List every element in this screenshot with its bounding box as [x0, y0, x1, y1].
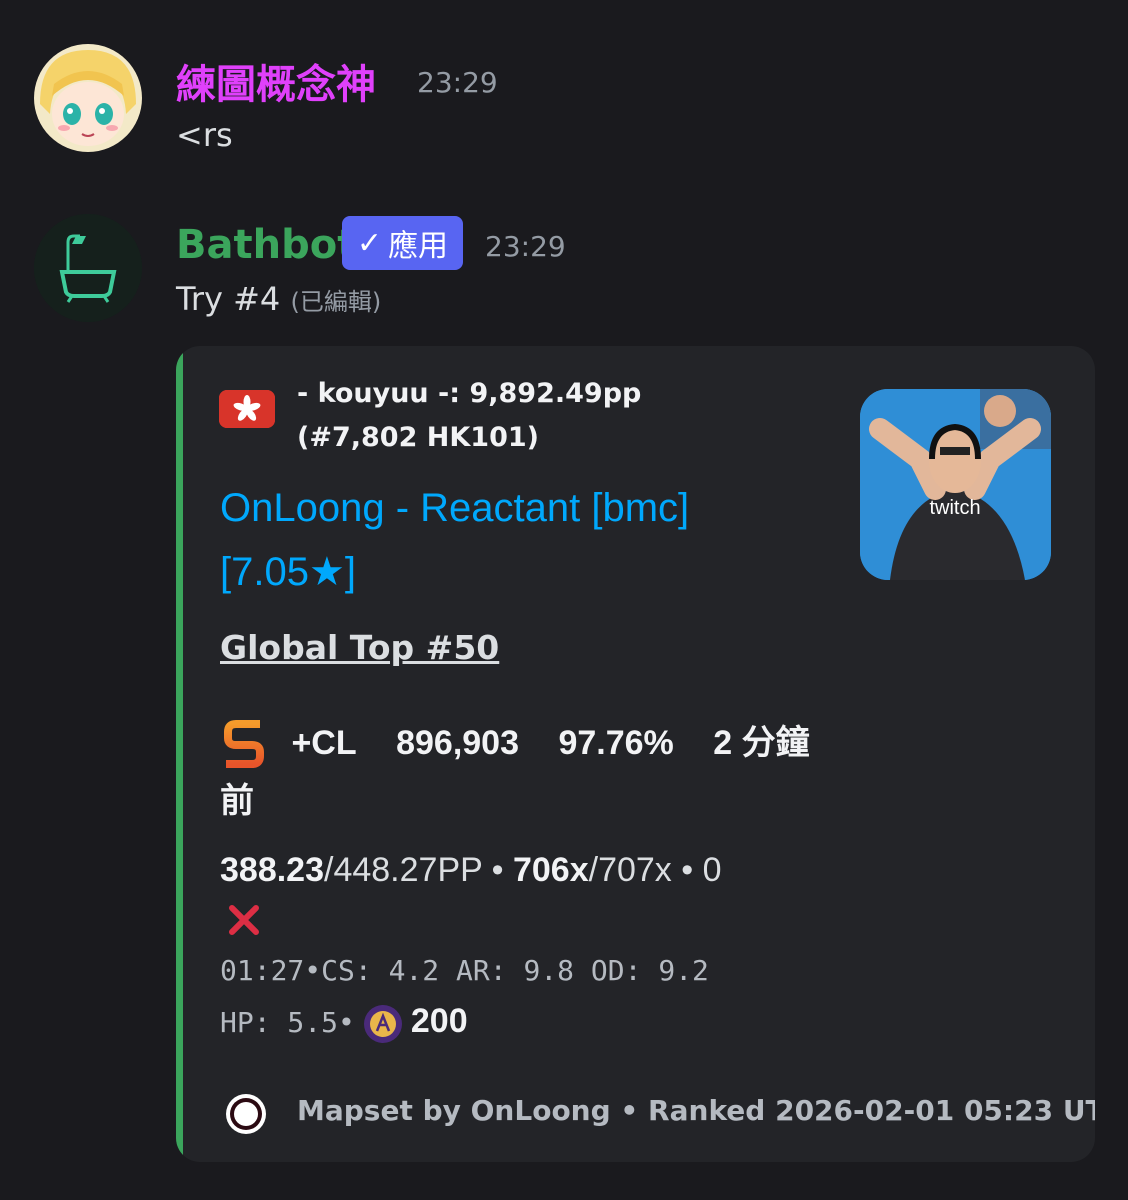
miss-count: • 0 [671, 851, 722, 889]
bathtub-icon [34, 214, 142, 322]
user-avatar[interactable] [34, 44, 142, 152]
beatmap-title-link[interactable]: OnLoong - Reactant [bmc] [7.05★] [220, 476, 780, 604]
pp-combo-line: 388.23/448.27PP • 706x/707x • 0 [220, 851, 722, 889]
embed-accent-bar [176, 346, 183, 1162]
map-cs: CS: 4.2 [321, 954, 440, 987]
bot-username[interactable]: Bathbot [176, 222, 356, 268]
timestamp: 23:29 [417, 66, 498, 99]
score-stats: +CL 896,903 97.76% 2 分鐘前 [220, 714, 820, 830]
timestamp: 23:29 [485, 230, 566, 263]
miss-x-icon [226, 902, 262, 938]
mods: +CL [291, 724, 357, 762]
max-pp: /448.27PP [324, 851, 483, 889]
svg-text:twitch: twitch [929, 497, 980, 519]
hk-flag-icon [219, 390, 275, 428]
player-thumbnail: twitch [860, 389, 1051, 580]
edited-label: (已編輯) [290, 288, 382, 316]
embed-footer: Mapset by OnLoong • Ranked 2026-02-01 05… [297, 1094, 1095, 1127]
bot-avatar[interactable] [34, 214, 142, 322]
message-content: Try #4 (已編輯) [176, 280, 381, 318]
max-combo: /707x [588, 851, 672, 889]
score: 896,903 [396, 724, 519, 762]
embed-author[interactable]: - kouyuu -: 9,892.49pp (#7,802 HK101) [297, 372, 747, 460]
osu-icon [224, 1092, 268, 1136]
map-ar: AR: 9.8 [456, 954, 575, 987]
bpm-value: 200 [410, 1002, 468, 1040]
map-hp: HP: 5.5 [220, 1006, 339, 1039]
global-top-rank[interactable]: Global Top #50 [220, 628, 499, 667]
bpm-token-icon [363, 1004, 403, 1044]
map-od: OD: 9.2 [590, 954, 709, 987]
message-content: <rs [176, 116, 233, 154]
verified-check-icon: ✓ [356, 225, 383, 261]
message-text: Try #4 [176, 280, 281, 318]
map-info: 01:27•CS: 4.2 AR: 9.8 OD: 9.2 HP: 5.5• 20… [220, 946, 740, 1048]
map-length: 01:27 [220, 954, 305, 987]
score-embed: - kouyuu -: 9,892.49pp (#7,802 HK101) tw… [176, 346, 1095, 1162]
app-badge: ✓ 應用 [342, 216, 463, 270]
combo: 706x [512, 851, 589, 889]
app-badge-label: 應用 [388, 229, 449, 264]
pp-value: 388.23 [220, 851, 324, 889]
accuracy: 97.76% [558, 724, 674, 762]
username[interactable]: 練圖概念神 [176, 52, 376, 110]
